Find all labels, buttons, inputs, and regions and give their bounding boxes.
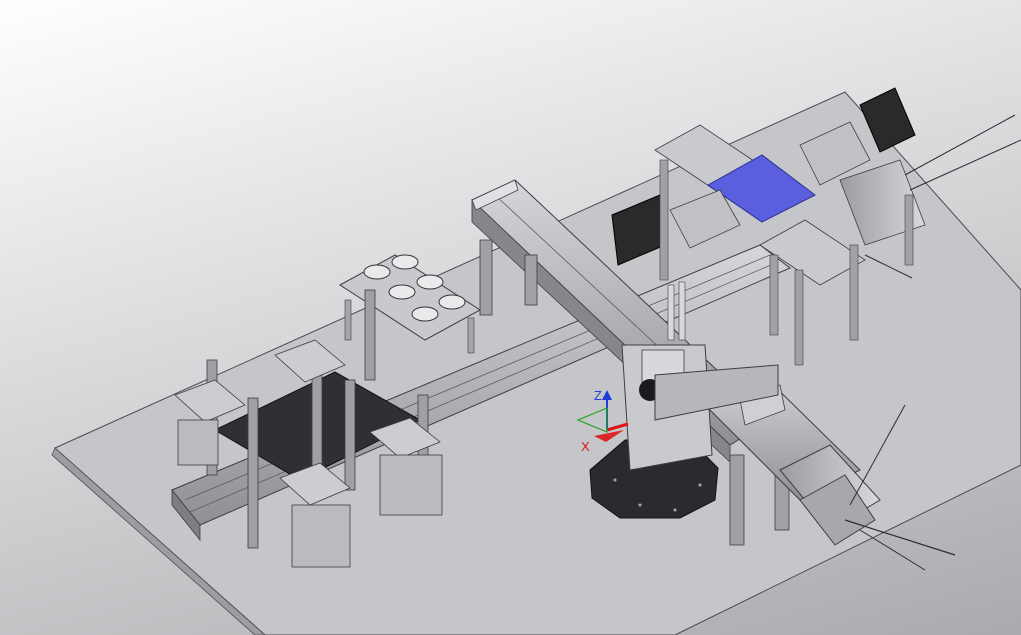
cad-3d-viewport[interactable]: Z X: [0, 0, 1021, 635]
x-axis-label: X: [581, 439, 590, 454]
z-axis-label: Z: [594, 388, 602, 403]
assembly-model[interactable]: Z X: [0, 0, 1021, 635]
